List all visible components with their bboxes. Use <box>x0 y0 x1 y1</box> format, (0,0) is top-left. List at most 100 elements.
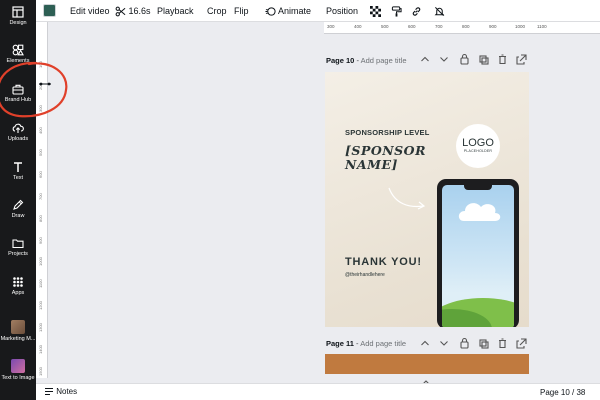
pen-icon <box>13 199 24 210</box>
text-t-icon <box>14 162 22 172</box>
app-thumbnail <box>11 320 25 334</box>
app-thumbnail <box>11 359 25 373</box>
add-page-title-input[interactable]: Add page title <box>361 56 407 65</box>
ruler-tick: 700 <box>38 193 43 200</box>
ruler-tick: 500 <box>38 149 43 156</box>
paint-roller-button[interactable] <box>391 5 402 17</box>
paint-roller-icon <box>391 6 402 17</box>
logo-subtext: PLACEHOLDER <box>463 149 493 153</box>
chevron-up-icon <box>421 56 429 62</box>
add-page-icon <box>516 338 527 349</box>
ruler-tick: 300 <box>327 24 335 29</box>
design-page-11[interactable] <box>325 354 529 374</box>
notes-button[interactable]: Notes <box>44 387 77 396</box>
edit-video-button[interactable]: Edit video <box>70 5 110 17</box>
ruler-tick: 1400 <box>38 345 43 354</box>
playback-button[interactable]: Playback <box>157 5 194 17</box>
sidebar-item-text[interactable]: Text <box>0 161 36 182</box>
phone-notch <box>464 185 492 190</box>
logo-text: LOGO <box>462 137 494 149</box>
page-number: Page 11 <box>326 339 354 348</box>
sidebar-item-projects[interactable]: Projects <box>0 237 36 258</box>
mute-button[interactable] <box>434 5 445 17</box>
logo-placeholder[interactable]: LOGO PLACEHOLDER <box>456 124 500 168</box>
handle-text[interactable]: @theirhandlehere <box>345 272 385 278</box>
crop-button[interactable]: Crop <box>207 5 227 17</box>
ruler-tick: 1200 <box>38 301 43 310</box>
sidebar-item-marketing-app[interactable]: Marketing M... <box>0 320 36 343</box>
phone-mockup[interactable] <box>437 179 519 327</box>
checkerboard-icon <box>370 6 381 18</box>
sidebar-item-label: Draw <box>11 213 25 219</box>
transparency-button[interactable] <box>370 5 381 18</box>
sidebar-item-label: Design <box>9 20 27 26</box>
sidebar-item-design[interactable]: Design <box>0 6 36 27</box>
ruler-tick: 400 <box>38 127 43 134</box>
lock-icon <box>460 341 469 349</box>
sidebar-item-text-to-image[interactable]: Text to Image <box>0 359 36 382</box>
trash-icon <box>499 54 506 65</box>
sponsorship-level-text[interactable]: SPONSORSHIP LEVEL <box>345 128 430 137</box>
apps-grid-icon <box>13 277 23 287</box>
ruler-tick: 1100 <box>38 279 43 288</box>
sidebar-item-label: Text to Image <box>1 375 35 381</box>
bell-off-icon <box>434 7 445 17</box>
sidebar-item-label: Projects <box>8 251 28 257</box>
sidebar-item-uploads[interactable]: Uploads <box>0 122 36 143</box>
ruler-tick: 900 <box>38 237 43 244</box>
flip-button[interactable]: Flip <box>234 5 249 17</box>
ruler-tick: 800 <box>462 24 470 29</box>
page-indicator[interactable]: Page 10 / 38 <box>540 388 585 397</box>
link-icon <box>412 7 421 16</box>
animate-icon <box>265 7 276 16</box>
position-button[interactable]: Position <box>326 5 358 17</box>
sidebar-item-apps[interactable]: Apps <box>0 276 36 297</box>
animate-button[interactable]: Animate <box>265 5 311 17</box>
page-11-actions <box>420 337 530 351</box>
animate-label: Animate <box>278 6 312 16</box>
page-10-header: Page 10 - Add page title <box>326 56 407 65</box>
add-page-title-input[interactable]: Add page title <box>360 339 406 348</box>
page-10-actions <box>420 53 530 67</box>
editor-toolbar: Edit video 16.6s Playback Crop Flip Anim… <box>36 0 600 22</box>
trash-icon <box>499 338 506 349</box>
sidebar-item-label: Apps <box>11 290 25 296</box>
ruler-tick: 400 <box>354 24 362 29</box>
sidebar-item-label: Text <box>12 175 24 181</box>
ruler-tick: 900 <box>489 24 497 29</box>
link-button[interactable] <box>411 5 422 17</box>
shapes-icon <box>12 44 24 56</box>
expand-timeline-button[interactable] <box>419 374 433 385</box>
ruler-tick: 600 <box>408 24 416 29</box>
sponsor-name-text[interactable]: [SPONSOR NAME] <box>345 144 426 172</box>
ruler-tick: 1500 <box>38 367 43 376</box>
notes-label: Notes <box>56 387 78 396</box>
ruler-tick: 600 <box>38 171 43 178</box>
phone-screen <box>442 185 514 327</box>
page-number: Page 10 <box>326 56 355 65</box>
chevron-down-icon <box>440 57 448 62</box>
ruler-tick: 1000 <box>515 24 526 29</box>
sidebar-item-label: Marketing M... <box>0 336 36 342</box>
curved-arrow <box>388 187 426 210</box>
horizontal-ruler[interactable]: 300 400 500 600 700 800 900 1000 1100 <box>324 22 600 34</box>
color-swatch[interactable] <box>43 4 56 17</box>
chevron-up-icon <box>421 340 429 346</box>
notes-icon <box>45 388 53 396</box>
chevron-down-icon <box>440 341 448 346</box>
cloud-icon <box>458 203 501 221</box>
sponsor-name-line: [SPONSOR <box>345 143 426 158</box>
layout-icon <box>12 6 24 18</box>
duration-label: 16.6s <box>128 6 151 16</box>
sidebar-item-draw[interactable]: Draw <box>0 199 36 220</box>
thank-you-text[interactable]: THANK YOU! <box>345 256 422 268</box>
duplicate-icon <box>481 341 489 349</box>
ruler-tick: 700 <box>435 24 443 29</box>
ruler-tick: 500 <box>381 24 389 29</box>
ruler-tick: 1100 <box>537 24 547 29</box>
duration-button[interactable]: 16.6s <box>115 5 151 17</box>
design-page-10[interactable]: SPONSORSHIP LEVEL [SPONSOR NAME] LOGO PL… <box>325 72 529 327</box>
add-page-icon <box>516 54 527 65</box>
page-11-header: Page 11 - Add page title <box>326 339 407 348</box>
ruler-tick: 1300 <box>38 323 43 332</box>
